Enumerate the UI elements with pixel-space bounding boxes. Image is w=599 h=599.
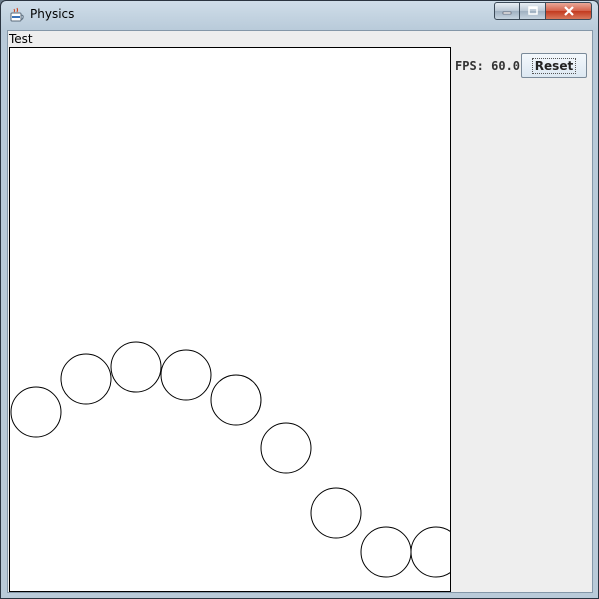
caption-buttons [494,2,592,20]
close-button[interactable] [546,2,592,20]
ball-4 [160,349,212,401]
minimize-icon [502,11,512,15]
panel-label: Test [9,32,33,46]
ball-7 [310,487,362,539]
physics-window: Physics Test FPS: 60.0 Reset [0,0,599,599]
ball-2 [60,353,112,405]
close-icon [563,6,574,16]
maximize-icon [527,6,538,15]
content-pane: Test FPS: 60.0 Reset [7,30,593,593]
ball-1 [10,386,62,438]
reset-button-label: Reset [531,57,577,74]
reset-button[interactable]: Reset [521,53,587,78]
simulation-canvas[interactable] [9,47,451,592]
window-title: Physics [30,7,75,21]
title-bar[interactable]: Physics [1,1,598,29]
simulation-svg [10,341,450,578]
minimize-button[interactable] [494,2,520,20]
ball-9 [410,526,450,578]
ball-3 [110,341,162,393]
java-cup-icon [10,7,24,22]
fps-readout: FPS: 60.0 [455,59,521,73]
maximize-button[interactable] [520,2,546,20]
ball-5 [210,374,262,426]
ball-8 [360,526,412,578]
ball-6 [260,422,312,474]
